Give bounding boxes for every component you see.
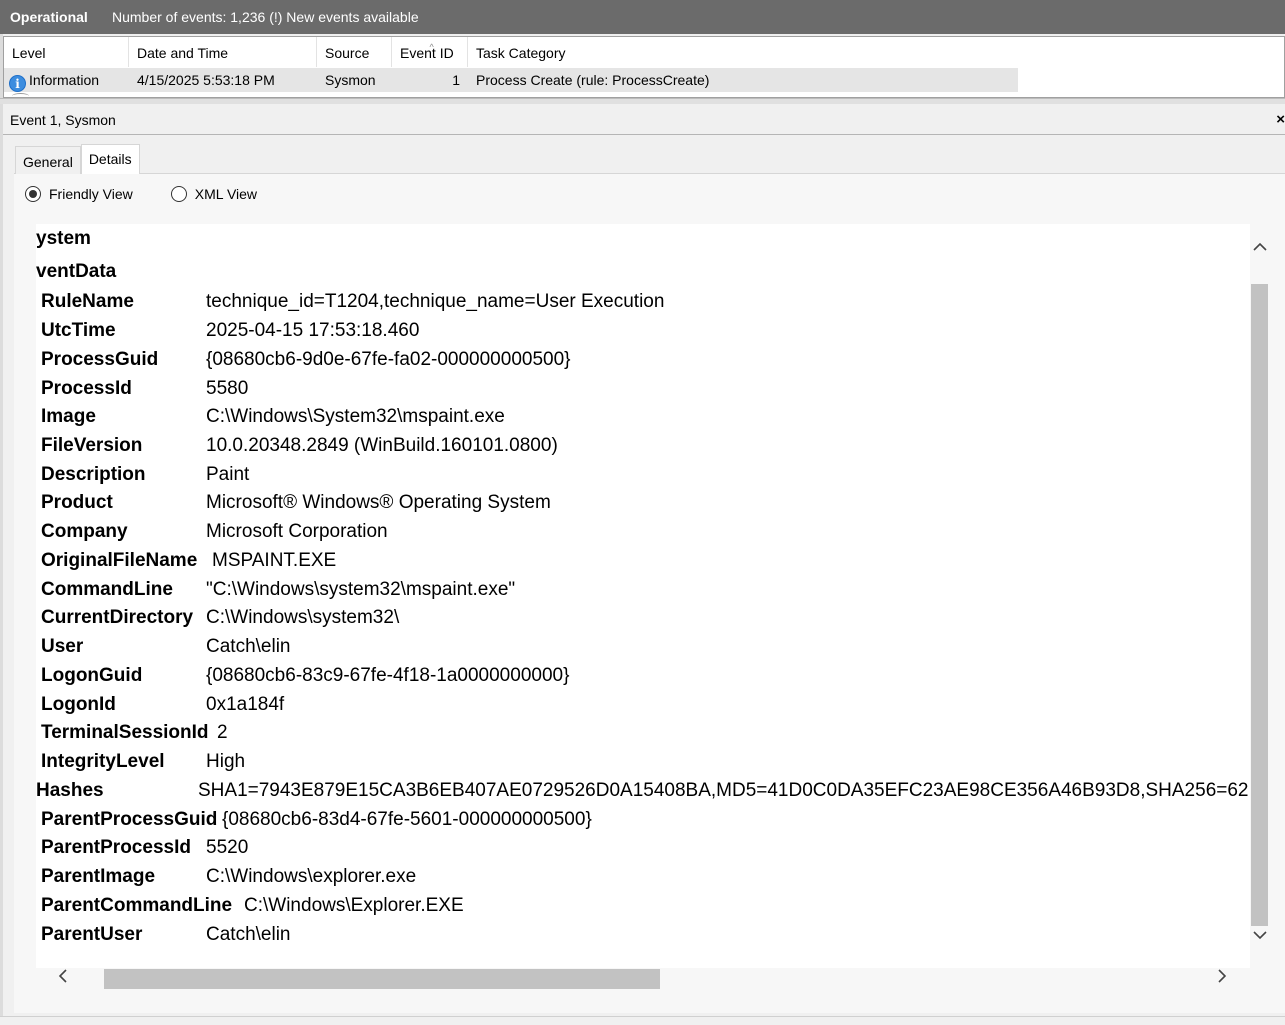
section-system[interactable]: ystem — [36, 228, 91, 250]
info-icon: i — [9, 75, 26, 92]
log-header-bar: Operational Number of events: 1,236 (!) … — [0, 0, 1285, 34]
log-name: Operational — [10, 9, 88, 25]
radio-unchecked-icon[interactable] — [170, 186, 187, 202]
detail-tabs: General Details — [15, 144, 140, 174]
row-datetime-cell: 4/15/2025 5:53:18 PM — [137, 72, 275, 88]
event-title: Event 1, Sysmon — [10, 112, 116, 128]
xml-view-label: XML View — [194, 186, 258, 202]
tab-general[interactable]: General — [15, 146, 81, 174]
vertical-scroll-thumb[interactable] — [1251, 284, 1268, 926]
section-eventdata[interactable]: ventData — [36, 261, 116, 283]
column-level[interactable]: Level — [4, 37, 129, 67]
events-grid[interactable]: Level Date and Time Source ^ Event ID Tas… — [3, 36, 1285, 98]
column-source[interactable]: Source — [317, 37, 392, 67]
radio-checked-icon[interactable] — [25, 186, 41, 202]
column-task-category[interactable]: Task Category — [468, 37, 1018, 67]
tab-details[interactable]: Details — [80, 144, 140, 174]
friendly-view-content: ystem ventData RuleName technique_id=T120… — [36, 224, 1250, 968]
column-event-id[interactable]: ^ Event ID — [392, 37, 468, 67]
friendly-view-radio[interactable]: Friendly View — [25, 186, 133, 202]
scroll-left-icon[interactable] — [52, 968, 74, 990]
sort-arrow-icon: ^ — [429, 42, 434, 52]
row-level-cell: i Information — [4, 68, 129, 92]
scroll-right-icon[interactable] — [1211, 968, 1233, 990]
scroll-down-icon[interactable] — [1250, 928, 1270, 954]
close-icon[interactable]: × — [1276, 105, 1285, 135]
horizontal-scroll-thumb[interactable] — [104, 969, 660, 989]
scroll-up-icon[interactable] — [1250, 238, 1270, 264]
status-strip — [0, 1016, 1285, 1025]
window-edge — [0, 0, 3, 1025]
view-mode-selector: Friendly View XML View — [25, 186, 295, 202]
table-row[interactable]: i Information 4/15/2025 5:53:18 PM Sysmon… — [4, 68, 1018, 92]
row-source-cell: Sysmon — [325, 72, 376, 88]
row-task-category-cell: Process Create (rule: ProcessCreate) — [476, 72, 710, 88]
details-pane-title: Event 1, Sysmon × — [3, 105, 1285, 135]
row-event-id-cell: 1 — [452, 72, 460, 88]
xml-view-radio[interactable]: XML View — [170, 186, 258, 202]
friendly-view-label: Friendly View — [49, 186, 133, 202]
vertical-scrollbar[interactable] — [1250, 224, 1270, 968]
grid-header: Level Date and Time Source ^ Event ID Tas… — [4, 37, 1018, 67]
pane-splitter[interactable] — [0, 98, 1285, 104]
column-date-time[interactable]: Date and Time — [129, 37, 317, 67]
horizontal-scrollbar[interactable] — [36, 968, 1250, 990]
event-count-info: Number of events: 1,236 (!) New events a… — [112, 9, 419, 25]
